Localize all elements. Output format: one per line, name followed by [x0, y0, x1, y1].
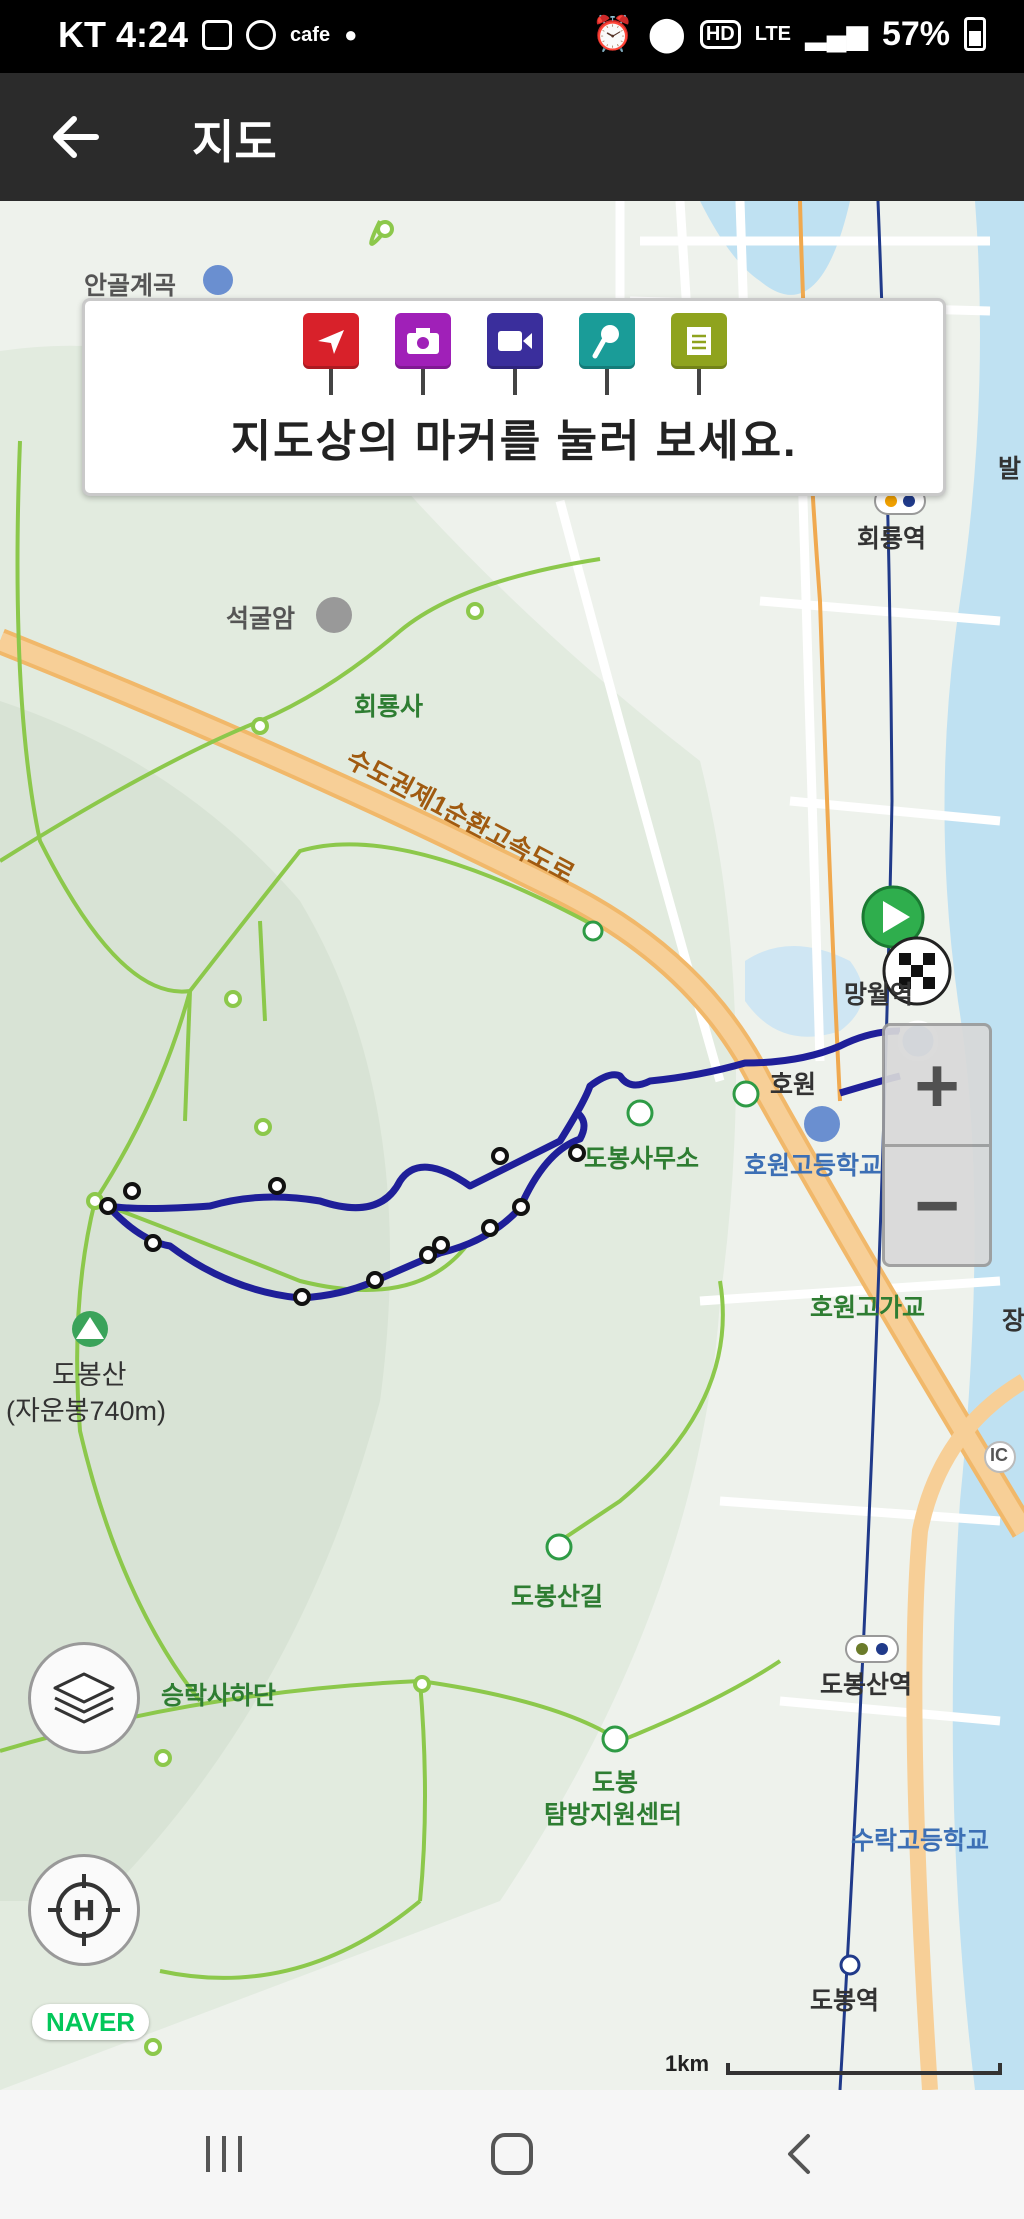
zoom-controls: + −	[882, 1023, 992, 1267]
label-bal: 발	[998, 455, 1022, 483]
home-button[interactable]	[472, 2118, 552, 2190]
label-office: 도봉사무소	[584, 1145, 700, 1173]
label-mangwol-suffix: 역	[890, 981, 914, 1009]
svg-text:H: H	[72, 1894, 95, 1927]
cafe-label: cafe	[290, 23, 331, 46]
voice-marker[interactable]	[579, 313, 635, 397]
home-icon	[491, 2133, 533, 2175]
label-surak-high: 수락고등학교	[851, 1827, 990, 1855]
video-icon	[487, 313, 543, 369]
label-jaunbong: (자운봉740m)	[6, 1396, 167, 1426]
status-right: ⏰ ⬤ HD LTE ▂▄▆ 57%	[591, 14, 986, 54]
system-nav-bar	[0, 2090, 1024, 2219]
chat-icon	[246, 20, 277, 50]
battery-icon	[964, 17, 986, 51]
flag-marker[interactable]	[303, 313, 359, 397]
location-icon: ⬤	[647, 15, 686, 53]
naver-logo: NAVER	[32, 2004, 150, 2040]
flag-icon	[303, 313, 359, 369]
dot-icon: ●	[344, 22, 358, 47]
label-dobongsan: 도봉산	[52, 1360, 127, 1390]
status-bar: KT 4:24 cafe ● ⏰ ⬤ HD LTE ▂▄▆ 57%	[0, 0, 1024, 73]
hd-icon: HD	[699, 19, 741, 49]
page-title: 지도	[192, 116, 277, 168]
battery-percent: 57%	[881, 14, 950, 53]
photo-marker[interactable]	[395, 313, 451, 397]
app-bar: 지도	[0, 73, 1024, 201]
nav-back-button[interactable]	[760, 2118, 840, 2190]
carrier-time: KT 4:24	[58, 14, 189, 55]
lte-icon: LTE	[754, 22, 792, 45]
label-mangwol-text: 망월	[844, 981, 891, 1009]
back-arrow-icon[interactable]	[46, 107, 106, 167]
layers-button[interactable]	[28, 1642, 140, 1754]
label-ic: IC	[990, 1445, 1008, 1465]
camera-icon	[395, 313, 451, 369]
label-howon-high: 호원고등학교	[744, 1152, 883, 1180]
label-seungraksa: 승락사하단	[161, 1682, 277, 1710]
recents-icon	[206, 2136, 242, 2172]
status-left: KT 4:24 cafe ●	[58, 14, 357, 56]
alarm-icon: ⏰	[591, 15, 634, 53]
label-hoeryong-station: 회룡역	[857, 525, 927, 553]
zoom-out-button[interactable]: −	[885, 1146, 989, 1264]
memo-icon	[671, 313, 727, 369]
scale-bar	[726, 2063, 1002, 2075]
home-location-button[interactable]: H	[28, 1854, 140, 1966]
microphone-icon	[579, 313, 635, 369]
label-hoeryongsa: 회룡사	[354, 693, 424, 721]
back-icon	[788, 2134, 810, 2174]
layers-icon	[53, 1672, 115, 1724]
crosshair-home-icon: H	[48, 1874, 120, 1946]
label-angok: 안골계곡	[84, 272, 177, 300]
marker-legend-card: 지도상의 마커를 눌러 보세요.	[82, 298, 946, 496]
label-jang: 장	[1002, 1307, 1024, 1335]
marker-legend-icons	[303, 313, 727, 397]
label-mangwol: 망월역	[844, 975, 913, 1011]
signal-icon: ▂▄▆	[805, 18, 868, 50]
label-howon-overpass: 호원고가교	[810, 1294, 926, 1322]
label-seokgulam: 석굴암	[226, 605, 296, 633]
recents-button[interactable]	[184, 2118, 264, 2190]
gallery-icon	[202, 20, 233, 50]
label-howon: 호원	[770, 1071, 817, 1099]
zoom-in-button[interactable]: +	[885, 1026, 989, 1147]
label-dobong-center-1: 도봉	[592, 1769, 639, 1797]
memo-marker[interactable]	[671, 313, 727, 397]
label-dobong-center-2: 탐방지원센터	[544, 1801, 683, 1829]
scale-label: 1km	[665, 2051, 710, 2076]
label-dobongsan-station: 도봉산역	[820, 1671, 913, 1699]
video-marker[interactable]	[487, 313, 543, 397]
label-dobong-station: 도봉역	[810, 1987, 880, 2015]
label-dobongsan-gil: 도봉산길	[511, 1583, 604, 1611]
map-view[interactable]: 안골계곡 석굴암 회룡사 수도권제1순환고속도로 회룡역 발 망월역 호원 호원…	[0, 201, 1024, 2090]
marker-legend-instruction: 지도상의 마커를 눌러 보세요.	[230, 417, 798, 466]
